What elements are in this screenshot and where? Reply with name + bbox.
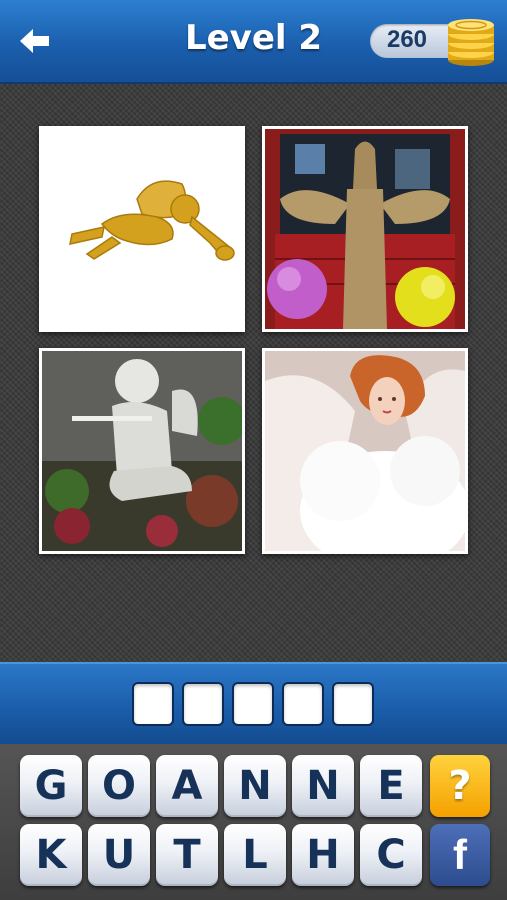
picture-tile-3[interactable] (39, 348, 245, 554)
answer-slot-1[interactable] (132, 682, 174, 726)
letter-key[interactable]: N (224, 755, 286, 817)
letter-key[interactable]: U (88, 824, 150, 886)
coin-count: 260 (386, 26, 428, 53)
letter-key[interactable]: L (224, 824, 286, 886)
letter-key[interactable]: N (292, 755, 354, 817)
straw-angel-image (265, 129, 465, 329)
facebook-share-button[interactable]: f (430, 824, 490, 886)
letter-key[interactable]: C (360, 824, 422, 886)
answer-slot-4[interactable] (282, 682, 324, 726)
letter-key[interactable]: G (20, 755, 82, 817)
letter-key[interactable]: K (20, 824, 82, 886)
answer-slot-3[interactable] (232, 682, 274, 726)
golden-cherub-image (42, 129, 242, 329)
fluffy-angel-doll-image (265, 351, 465, 551)
picture-tile-2[interactable] (262, 126, 468, 332)
facebook-icon: f (453, 831, 467, 878)
picture-tile-4[interactable] (262, 348, 468, 554)
question-mark-icon: ? (448, 763, 472, 809)
letter-key[interactable]: E (360, 755, 422, 817)
letter-key[interactable]: H (292, 824, 354, 886)
picture-tile-1[interactable] (39, 126, 245, 332)
hint-button[interactable]: ? (430, 755, 490, 817)
letter-key[interactable]: O (88, 755, 150, 817)
letter-key[interactable]: T (156, 824, 218, 886)
gold-coins-icon[interactable] (444, 16, 498, 68)
answer-slot-2[interactable] (182, 682, 224, 726)
letter-key[interactable]: A (156, 755, 218, 817)
stone-cherub-image (42, 351, 242, 551)
answer-slot-5[interactable] (332, 682, 374, 726)
